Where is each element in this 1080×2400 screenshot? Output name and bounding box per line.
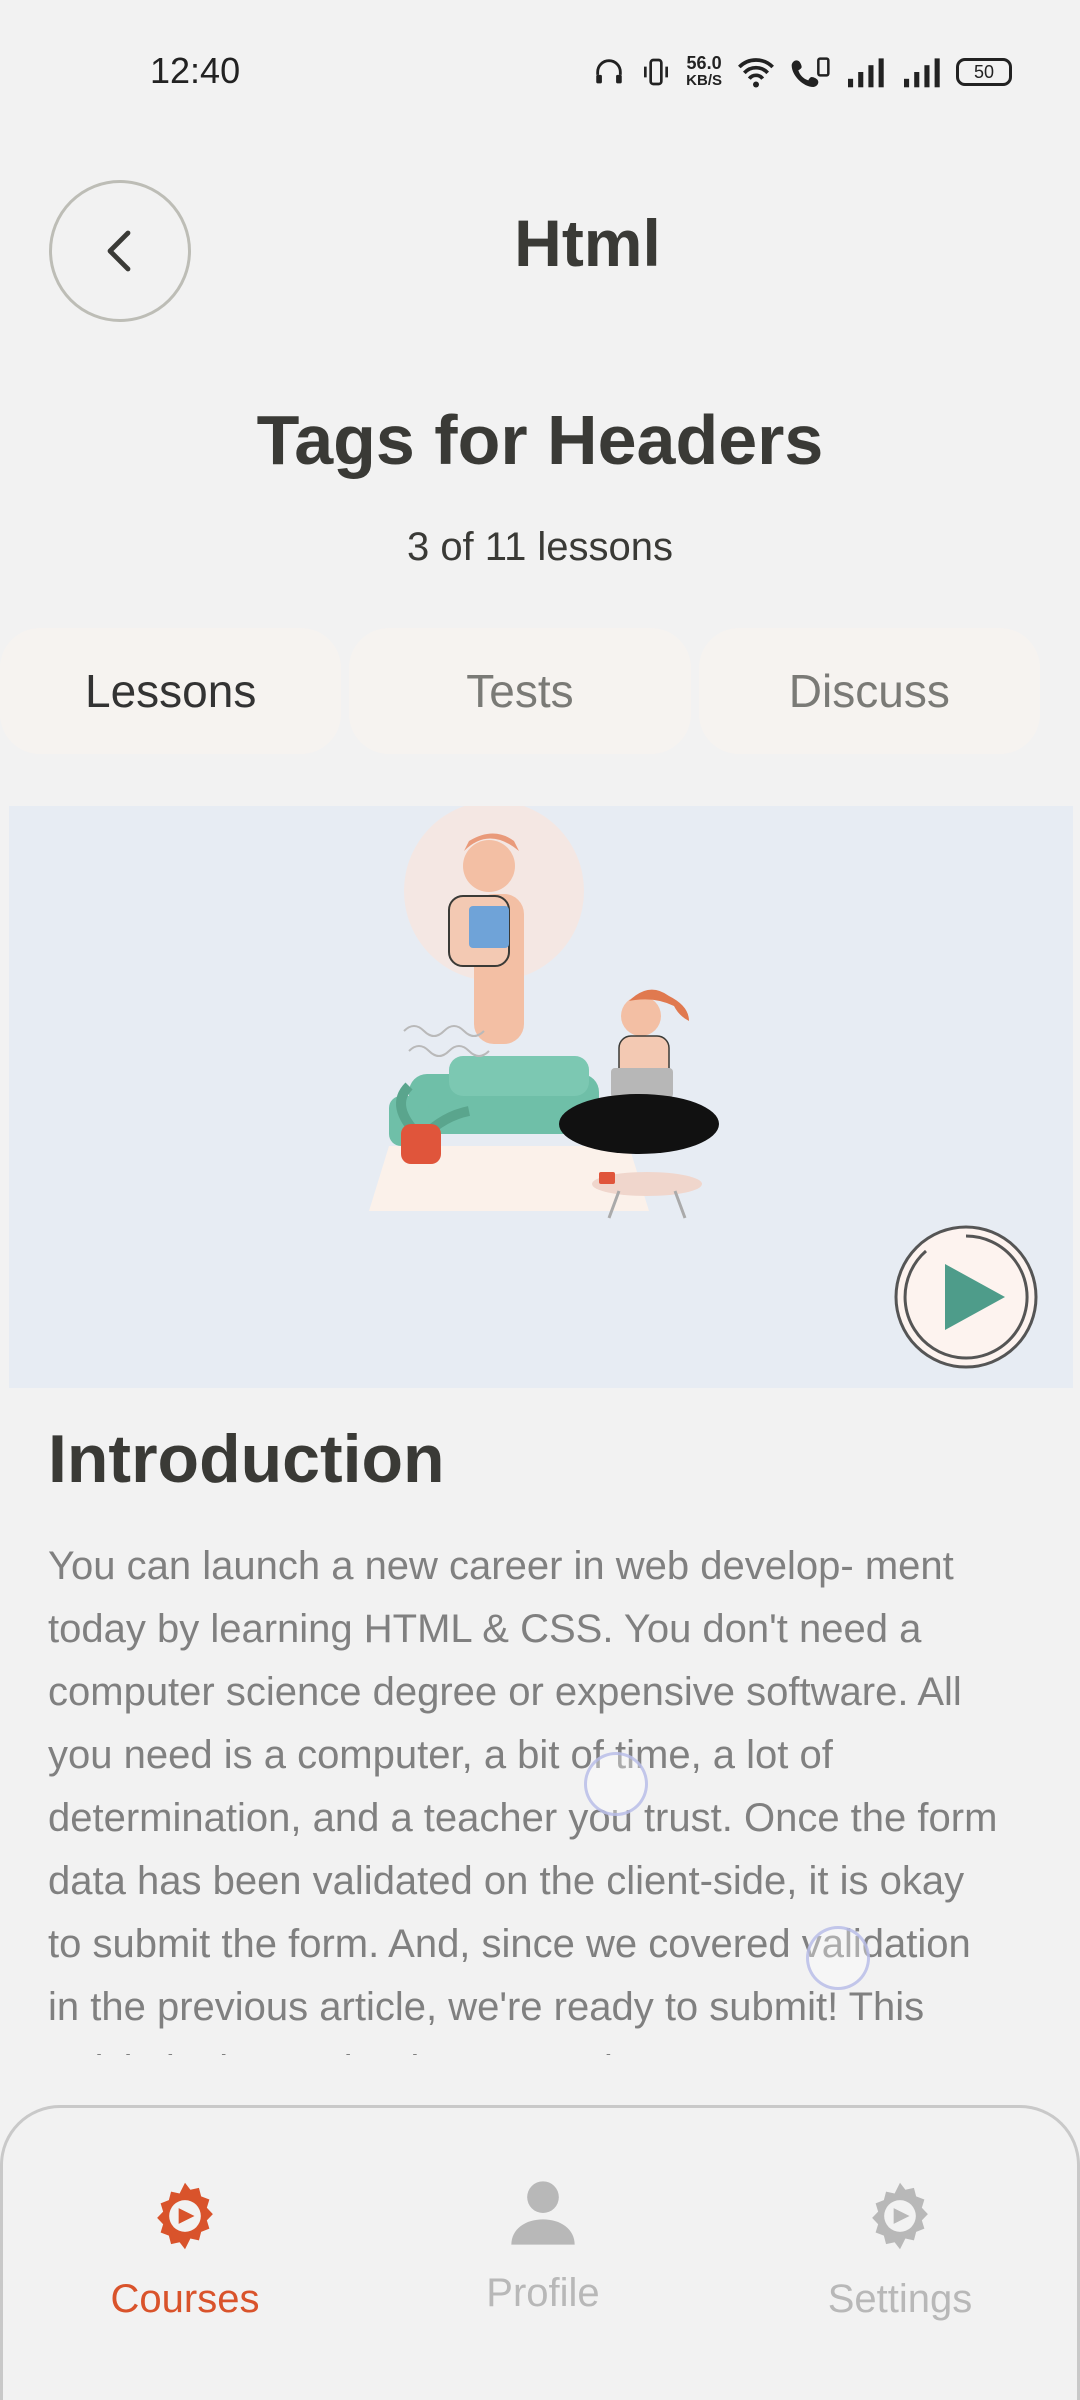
settings-gear-icon <box>872 2182 928 2250</box>
course-title: Html <box>514 206 661 280</box>
network-speed-unit: KB/S <box>686 72 722 89</box>
tab-discuss[interactable]: Discuss <box>698 628 1040 754</box>
wifi-icon <box>738 58 774 88</box>
nav-courses[interactable]: Courses <box>65 2178 305 2322</box>
status-bar: 12:40 56.0 KB/S 50 <box>0 0 1080 140</box>
profile-icon <box>511 2181 575 2245</box>
nav-settings[interactable]: Settings <box>780 2178 1020 2322</box>
signal-strength-icon-2 <box>904 58 940 88</box>
lesson-video[interactable] <box>9 806 1073 1388</box>
status-time: 12:40 <box>150 50 241 91</box>
nav-settings-label: Settings <box>827 2277 973 2321</box>
network-speed: 56.0 KB/S <box>686 54 722 90</box>
tab-lessons[interactable]: Lessons <box>0 628 342 754</box>
tab-bar: Lessons Tests Discuss <box>0 628 1040 754</box>
volte-call-icon <box>791 57 830 87</box>
signal-strength-icon-1 <box>848 58 884 88</box>
bottom-navigation: Courses Profile Settings <box>0 2105 1080 2400</box>
play-icon[interactable] <box>893 1224 1039 1370</box>
status-icons: 56.0 KB/S 50 <box>592 48 1012 96</box>
lesson-title: Tags for Headers <box>256 401 824 479</box>
touch-indicator <box>806 1926 870 1990</box>
network-speed-value: 56.0 <box>686 53 722 73</box>
vibrate-icon <box>644 58 669 86</box>
headphones-icon <box>596 59 622 84</box>
section-heading: Introduction <box>48 1421 445 1497</box>
nav-profile-label: Profile <box>486 2271 600 2315</box>
touch-indicator <box>584 1752 648 1816</box>
nav-profile[interactable]: Profile <box>423 2178 663 2316</box>
lesson-count: 3 of 11 lessons <box>406 525 674 569</box>
tab-tests[interactable]: Tests <box>349 628 691 754</box>
battery-indicator: 50 <box>956 58 1012 86</box>
courses-gear-icon <box>157 2182 213 2250</box>
nav-courses-label: Courses <box>110 2277 260 2321</box>
reading-people-illustration <box>369 806 719 1219</box>
